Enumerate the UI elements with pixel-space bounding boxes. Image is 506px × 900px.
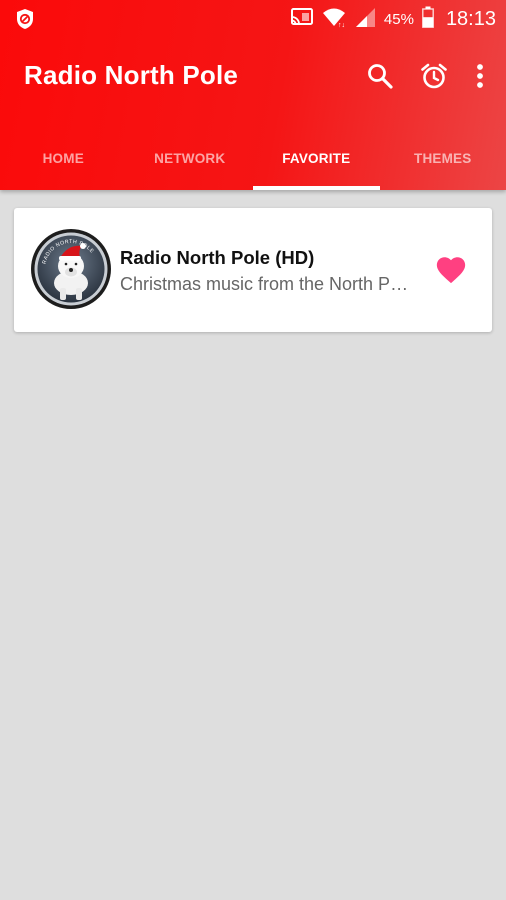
app-bar-actions: [346, 56, 492, 96]
battery-percent: 45%: [383, 10, 414, 28]
shield-icon: [14, 8, 36, 30]
tab-network[interactable]: NETWORK: [127, 126, 254, 190]
tab-bar: HOME NETWORK FAVORITE THEMES: [0, 126, 506, 190]
cast-icon: [290, 7, 314, 32]
app-bar: ↑↓ 45% 18:13 Radio North Pole HOME NETWO…: [0, 0, 506, 190]
tab-home[interactable]: HOME: [0, 126, 127, 190]
battery-icon: [422, 6, 434, 33]
station-description: Christmas music from the North Pole: [120, 274, 410, 294]
alarm-clock-icon[interactable]: [414, 56, 454, 96]
signal-icon: [354, 6, 376, 33]
tab-themes[interactable]: THEMES: [380, 126, 506, 190]
more-vert-icon[interactable]: [468, 56, 492, 96]
status-bar: ↑↓ 45% 18:13: [0, 0, 506, 38]
station-logo: RADIO NORTH POLE: [30, 228, 112, 310]
station-title: Radio North Pole (HD): [120, 247, 315, 268]
wifi-icon: ↑↓: [322, 6, 346, 33]
clock: 18:13: [445, 7, 496, 30]
search-icon[interactable]: [360, 56, 400, 96]
favorite-station-card[interactable]: RADIO NORTH POLE Radio North Pole (HD) C…: [14, 208, 492, 332]
app-title: Radio North Pole: [24, 60, 239, 90]
svg-text:↑↓: ↑↓: [338, 22, 345, 28]
heart-icon[interactable]: [434, 253, 468, 287]
tab-favorite[interactable]: FAVORITE: [253, 126, 380, 190]
